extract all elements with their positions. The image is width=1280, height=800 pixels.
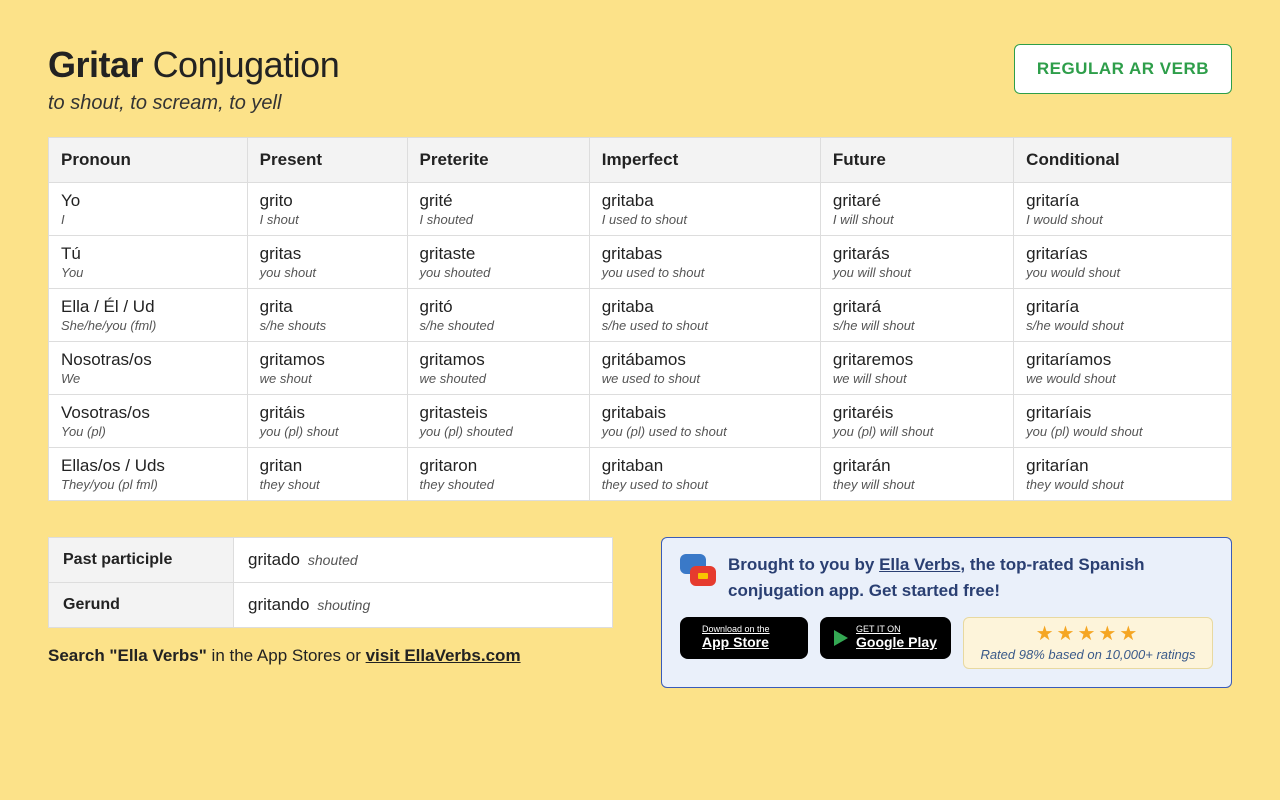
conjugation-cell: gritaríanthey would shout — [1014, 448, 1232, 501]
conjugation-cell: gritaremoswe will shout — [820, 342, 1013, 395]
table-row: TúYougritasyou shoutgritasteyou shoutedg… — [49, 236, 1232, 289]
column-header: Present — [247, 138, 407, 183]
conjugation-cell: gritabasyou used to shout — [589, 236, 820, 289]
conjugation-cell: gritasyou shout — [247, 236, 407, 289]
conjugation-table: PronounPresentPreteriteImperfectFutureCo… — [48, 137, 1232, 501]
conjugation-cell: gritaríamoswe would shout — [1014, 342, 1232, 395]
promo-text: Brought to you by Ella Verbs, the top-ra… — [728, 552, 1213, 603]
column-header: Conditional — [1014, 138, 1232, 183]
conjugation-cell: gritaréisyou (pl) will shout — [820, 395, 1013, 448]
verb-translation: to shout, to scream, to yell — [48, 92, 339, 115]
participle-label: Past participle — [49, 538, 234, 583]
conjugation-cell: gritáisyou (pl) shout — [247, 395, 407, 448]
pronoun-cell: Vosotras/osYou (pl) — [49, 395, 248, 448]
conjugation-cell: gritabaisyou (pl) used to shout — [589, 395, 820, 448]
table-row: Nosotras/osWegritamoswe shoutgritamoswe … — [49, 342, 1232, 395]
conjugation-cell: gritasteyou shouted — [407, 236, 589, 289]
conjugation-cell: gritéI shouted — [407, 183, 589, 236]
conjugation-cell: gritaríasyou would shout — [1014, 236, 1232, 289]
conjugation-cell: gritarásyou will shout — [820, 236, 1013, 289]
verb-type-badge: REGULAR AR VERB — [1014, 44, 1232, 94]
conjugation-cell: gritoI shout — [247, 183, 407, 236]
table-row: Vosotras/osYou (pl)gritáisyou (pl) shout… — [49, 395, 1232, 448]
conjugation-cell: gritabas/he used to shout — [589, 289, 820, 342]
pronoun-cell: Ella / Él / UdShe/he/you (fml) — [49, 289, 248, 342]
conjugation-cell: gritabanthey used to shout — [589, 448, 820, 501]
column-header: Preterite — [407, 138, 589, 183]
app-store-button[interactable]: Download on the App Store — [680, 617, 808, 659]
conjugation-cell: gritamoswe shout — [247, 342, 407, 395]
table-row: Ella / Él / UdShe/he/you (fml)gritas/he … — [49, 289, 1232, 342]
participle-value: gritado shouted — [234, 538, 613, 583]
search-hint-bold: Search "Ella Verbs" — [48, 646, 207, 665]
rating-text: Rated 98% based on 10,000+ ratings — [974, 647, 1202, 662]
ellaverbs-link[interactable]: visit EllaVerbs.com — [366, 646, 521, 665]
pronoun-cell: Nosotras/osWe — [49, 342, 248, 395]
conjugation-cell: gritabaI used to shout — [589, 183, 820, 236]
verb-name: Gritar — [48, 44, 143, 85]
conjugation-cell: gritaríaI would shout — [1014, 183, 1232, 236]
title-rest: Conjugation — [153, 44, 340, 85]
pronoun-cell: Ellas/os / UdsThey/you (pl fml) — [49, 448, 248, 501]
column-header: Pronoun — [49, 138, 248, 183]
participle-row: Gerundgritando shouting — [49, 583, 613, 628]
title-block: Gritar Conjugation to shout, to scream, … — [48, 44, 339, 115]
page-title: Gritar Conjugation — [48, 44, 339, 86]
star-icons: ★★★★★ — [974, 624, 1202, 644]
participle-row: Past participlegritado shouted — [49, 538, 613, 583]
ella-verbs-link[interactable]: Ella Verbs — [879, 555, 960, 574]
conjugation-cell: gritaríaisyou (pl) would shout — [1014, 395, 1232, 448]
column-header: Imperfect — [589, 138, 820, 183]
column-header: Future — [820, 138, 1013, 183]
conjugation-cell: gritasteisyou (pl) shouted — [407, 395, 589, 448]
conjugation-cell: gritarás/he will shout — [820, 289, 1013, 342]
table-row: YoIgritoI shoutgritéI shoutedgritabaI us… — [49, 183, 1232, 236]
conjugation-cell: gritós/he shouted — [407, 289, 589, 342]
play-icon — [834, 630, 848, 646]
conjugation-cell: gritamoswe shouted — [407, 342, 589, 395]
promo-box: Brought to you by Ella Verbs, the top-ra… — [661, 537, 1232, 688]
rating-box: ★★★★★ Rated 98% based on 10,000+ ratings — [963, 617, 1213, 669]
pronoun-cell: TúYou — [49, 236, 248, 289]
conjugation-cell: gritaréI will shout — [820, 183, 1013, 236]
pronoun-cell: YoI — [49, 183, 248, 236]
table-row: Ellas/os / UdsThey/you (pl fml)gritanthe… — [49, 448, 1232, 501]
participle-label: Gerund — [49, 583, 234, 628]
conjugation-cell: gritaránthey will shout — [820, 448, 1013, 501]
google-play-button[interactable]: GET IT ON Google Play — [820, 617, 951, 659]
conjugation-cell: gritas/he shouts — [247, 289, 407, 342]
conjugation-cell: gritábamoswe used to shout — [589, 342, 820, 395]
participle-table: Past participlegritado shoutedGerundgrit… — [48, 537, 613, 628]
search-hint: Search "Ella Verbs" in the App Stores or… — [48, 646, 613, 666]
conjugation-cell: gritarías/he would shout — [1014, 289, 1232, 342]
conjugation-cell: gritaronthey shouted — [407, 448, 589, 501]
app-logo-icon — [680, 552, 716, 588]
search-hint-mid: in the App Stores or — [207, 646, 366, 665]
conjugation-cell: gritanthey shout — [247, 448, 407, 501]
participle-value: gritando shouting — [234, 583, 613, 628]
